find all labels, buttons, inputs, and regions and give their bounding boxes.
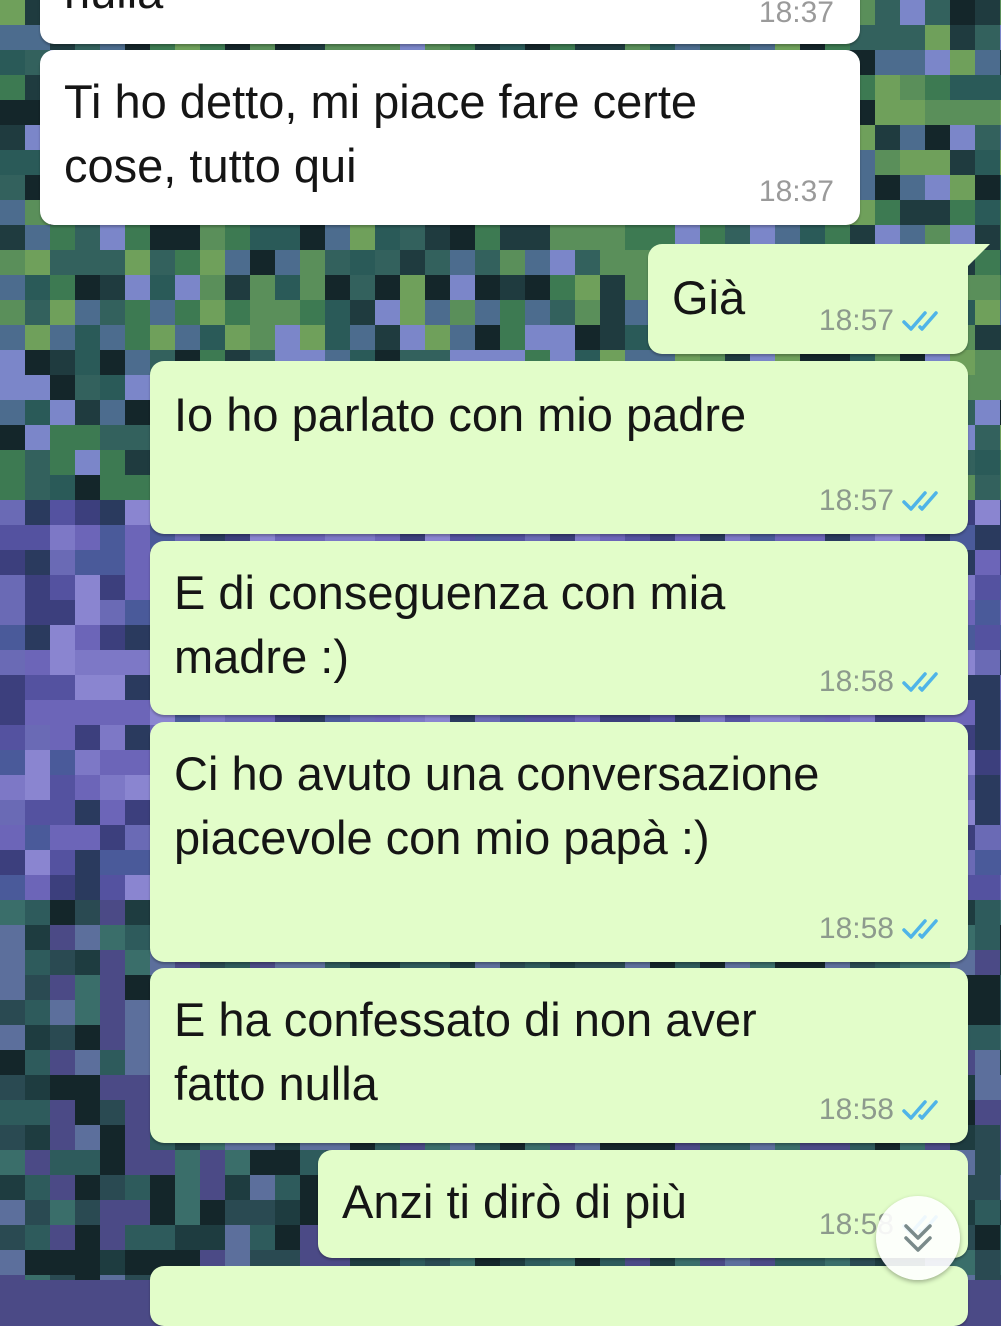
message-bubble-outgoing[interactable]: Anzi ti dirò di più 18:58 (318, 1150, 968, 1258)
message-line: piacevole con mio papà :) (174, 811, 710, 864)
message-meta: 18:37 (759, 175, 834, 209)
message-text: Anzi ti dirò di più (342, 1170, 687, 1234)
double-check-icon (902, 1100, 938, 1120)
double-check-icon (902, 919, 938, 939)
scroll-to-bottom-button[interactable] (876, 1196, 960, 1280)
message-time: 18:57 (818, 484, 894, 517)
message-text: nulla (64, 0, 163, 24)
message-text: E ha confessato di non aver fatto nulla (174, 988, 757, 1116)
message-line: nulla (64, 0, 163, 24)
message-meta: 18:57 (819, 304, 946, 338)
message-line: Ci ho avuto una conversazione (174, 747, 820, 800)
message-meta: 18:58 (819, 912, 946, 946)
message-time: 18:58 (818, 1093, 894, 1126)
message-bubble-outgoing[interactable]: E di conseguenza con mia madre :) 18:58 (150, 541, 968, 715)
message-line: Ti ho detto, mi piace fare certe (64, 75, 698, 128)
message-time: 18:37 (758, 0, 834, 29)
message-text: E di conseguenza con mia madre :) (174, 561, 725, 689)
message-line: Io ho parlato con mio padre (174, 388, 747, 441)
message-bubble-incoming[interactable]: nulla 18:37 (40, 0, 860, 44)
message-line: Già (672, 271, 746, 324)
double-check-icon (902, 672, 938, 692)
message-meta: 18:58 (819, 665, 946, 699)
message-line: fatto nulla (174, 1057, 378, 1110)
message-time: 18:58 (818, 665, 894, 698)
message-line: cose, tutto qui (64, 139, 357, 192)
message-line: E di conseguenza con mia (174, 566, 726, 619)
message-line: E ha confessato di non aver (174, 993, 757, 1046)
message-text: Io ho parlato con mio padre (174, 383, 746, 447)
message-bubble-outgoing-partial[interactable] (150, 1266, 968, 1326)
double-check-icon (902, 491, 938, 511)
double-check-icon (902, 311, 938, 331)
message-bubble-outgoing[interactable]: Già 18:57 (648, 244, 990, 354)
double-chevron-down-icon (904, 1224, 932, 1252)
message-bubble-outgoing[interactable]: E ha confessato di non aver fatto nulla … (150, 968, 968, 1143)
message-text: Già (672, 266, 745, 330)
bubble-tail (968, 244, 990, 266)
message-text: Ti ho detto, mi piace fare certe cose, t… (64, 70, 697, 198)
message-line: madre :) (174, 630, 349, 683)
message-text: Ci ho avuto una conversazione piacevole … (174, 742, 819, 870)
message-meta: 18:37 (759, 0, 834, 30)
message-time: 18:57 (818, 304, 894, 337)
message-bubble-outgoing[interactable]: Io ho parlato con mio padre 18:57 (150, 361, 968, 534)
message-time: 18:37 (758, 175, 834, 208)
message-bubble-outgoing[interactable]: Ci ho avuto una conversazione piacevole … (150, 722, 968, 962)
message-meta: 18:57 (819, 484, 946, 518)
message-bubble-incoming[interactable]: Ti ho detto, mi piace fare certe cose, t… (40, 50, 860, 225)
message-line: Anzi ti dirò di più (342, 1175, 687, 1228)
message-time: 18:58 (818, 912, 894, 945)
message-meta: 18:58 (819, 1093, 946, 1127)
